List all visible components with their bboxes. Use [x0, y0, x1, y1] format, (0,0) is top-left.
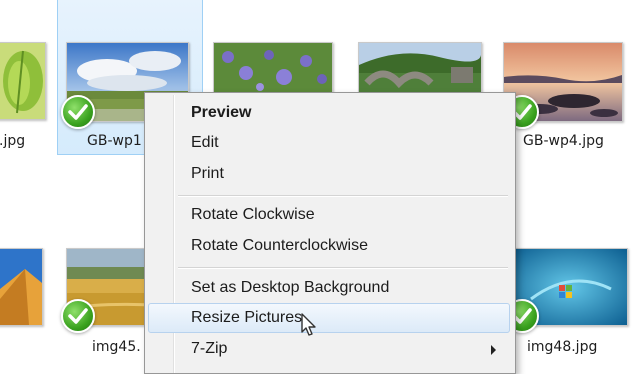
file-name[interactable]: GB-wp1	[87, 133, 142, 149]
thumbnail-desert[interactable]	[0, 248, 43, 326]
menu-separator	[178, 195, 508, 197]
submenu-arrow-icon	[491, 345, 496, 355]
check-badge-icon	[61, 299, 95, 333]
menu-item-label: Edit	[191, 134, 219, 151]
mouse-pointer-icon	[301, 313, 316, 336]
menu-separator	[178, 267, 508, 269]
menu-item-rotate-clockwise[interactable]: Rotate Clockwise	[148, 200, 510, 230]
menu-item-print[interactable]: Print	[148, 159, 510, 189]
file-name[interactable]: img48.jpg	[527, 339, 597, 355]
menu-item-label: Set as Desktop Background	[191, 279, 390, 296]
menu-item-7zip[interactable]: 7-Zip	[148, 334, 510, 364]
context-menu: Preview Edit Print Rotate Clockwise Rota…	[144, 92, 516, 374]
menu-item-edit[interactable]: Edit	[148, 128, 510, 158]
thumbnail-leaf[interactable]	[0, 42, 46, 120]
file-name[interactable]: GB-wp4.jpg	[523, 133, 604, 149]
menu-item-preview[interactable]: Preview	[148, 98, 510, 128]
menu-item-rotate-counterclockwise[interactable]: Rotate Counterclockwise	[148, 231, 510, 261]
check-badge-icon	[61, 95, 95, 129]
menu-item-set-desktop-background[interactable]: Set as Desktop Background	[148, 273, 510, 303]
menu-item-label: Preview	[191, 104, 252, 121]
thumbnail-bluebells[interactable]	[213, 42, 333, 94]
menu-item-label: 7-Zip	[191, 340, 228, 357]
menu-item-label: Rotate Counterclockwise	[191, 237, 368, 254]
thumbnail-stone-bridge[interactable]	[358, 42, 482, 94]
file-name[interactable]: img45.	[92, 339, 141, 355]
menu-item-resize-pictures[interactable]: Resize Pictures	[148, 303, 510, 333]
file-name[interactable]: .jpg	[0, 133, 25, 149]
menu-item-label: Resize Pictures	[191, 309, 303, 326]
menu-item-label: Rotate Clockwise	[191, 206, 315, 223]
menu-item-label: Print	[191, 165, 224, 182]
